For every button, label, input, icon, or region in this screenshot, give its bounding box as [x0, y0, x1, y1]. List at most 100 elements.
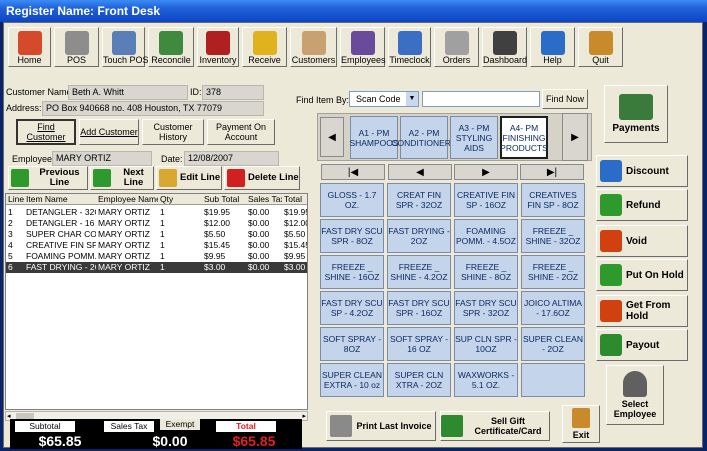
previous-line-button[interactable]: Previous Line [8, 166, 88, 190]
add-customer-button[interactable]: Add Customer [79, 119, 139, 145]
item-gloss-1-7-oz[interactable]: GLOSS - 1.7 OZ. [320, 183, 384, 217]
toolbar-timeclock-button[interactable]: Timeclock [388, 27, 431, 67]
side-button-label: Select Employee [613, 399, 657, 419]
item-fast-dry-scu-spr-32oz[interactable]: FAST DRY SCU SPR - 32OZ [454, 291, 518, 325]
grid-cell: Employee Name [98, 194, 158, 204]
exit-button[interactable]: Exit [562, 405, 600, 443]
item-freeze-shine-32oz[interactable]: FREEZE _ SHINE - 32OZ [521, 219, 585, 253]
product-box-icon [206, 31, 230, 55]
table-row[interactable]: 6 FAST DRYING - 2C MARY ORTIZ 1 $3.00 $0.00 $3… [6, 262, 307, 273]
item-last-button[interactable]: ▶| [520, 164, 584, 180]
item-soft-spray-16-oz[interactable]: SOFT SPRAY - 16 OZ [387, 327, 451, 361]
edit-line-button[interactable]: Edit Line [156, 166, 222, 190]
category-prev-button[interactable]: ◀ [320, 117, 344, 157]
grid-cell: DETANGLER - 32O [26, 207, 96, 217]
item-creative-fin-sp-16oz[interactable]: CREATIVE FIN SP - 16OZ [454, 183, 518, 217]
toolbar-help-button[interactable]: Help [530, 27, 575, 67]
table-row[interactable]: 2 DETANGLER - 16 C MARY ORTIZ 1 $12.00 $0.00 $… [6, 218, 307, 229]
toolbar-customers-button[interactable]: Customers [290, 27, 337, 67]
red-x-icon [227, 169, 245, 187]
item-freeze-shine-2oz[interactable]: FREEZE _ SHINE - 2OZ [521, 255, 585, 289]
table-row[interactable]: 3 SUPER CHAR CON MARY ORTIZ 1 $5.50 $0.00 $5.5… [6, 229, 307, 240]
refresh-arrows-icon [600, 194, 622, 216]
toolbar-employees-button[interactable]: Employees [340, 27, 386, 67]
grid-cell: DETANGLER - 16 C [26, 218, 96, 228]
chevron-down-icon[interactable]: ▼ [406, 92, 418, 106]
door-exit-icon [588, 31, 613, 55]
category-a2-pm-conditioners[interactable]: A2 - PM CONDITIONERS [391, 116, 457, 159]
first-page-icon: |◀ [347, 166, 359, 178]
payout-button[interactable]: Payout [596, 329, 688, 361]
delete-line-button[interactable]: Delete Line [224, 166, 300, 190]
void-button[interactable]: Void [596, 225, 688, 257]
item-super-cln-xtra-2oz[interactable]: SUPER CLN XTRA - 2OZ [387, 363, 451, 397]
find-now-button[interactable]: Find Now [542, 89, 588, 109]
item-soft-spray-8oz[interactable]: SOFT SPRAY - 8OZ [320, 327, 384, 361]
item-next-button[interactable]: ▶ [454, 164, 518, 180]
find-input[interactable] [422, 91, 540, 107]
item-freeze-shine-16oz[interactable]: FREEZE _ SHINE - 16OZ [320, 255, 384, 289]
category-next-button[interactable]: ▶ [562, 113, 588, 161]
toolbar-inventory-button[interactable]: Inventory [197, 27, 239, 67]
sell-gift-certificate-card-button[interactable]: Sell Gift Certificate/Card [440, 411, 550, 441]
exempt-label[interactable]: Exempt [160, 419, 200, 430]
toolbar-pos-button[interactable]: POS [54, 27, 99, 67]
line-button-label: Edit Line [180, 172, 221, 183]
category-a4-pm-finishing-products[interactable]: A4- PM FINISHING PRODUCTS [500, 116, 548, 159]
item-creatives-fin-sp-8oz[interactable]: CREATIVES FIN SP - 8OZ [521, 183, 585, 217]
item-prev-button[interactable]: ◀ [388, 164, 452, 180]
toolbar-receive-button[interactable]: Receive [242, 27, 287, 67]
grid-cell: MARY ORTIZ [98, 251, 150, 261]
item-fast-dry-scu-sp-4-2oz[interactable]: FAST DRY SCU SP - 4.2OZ [320, 291, 384, 325]
grid-cell: SUPER CHAR CON [26, 229, 96, 239]
sales-tax-value: $0.00 [152, 433, 188, 449]
find-customer-button[interactable]: Find Customer [16, 119, 76, 145]
payments-button[interactable]: Payments [604, 85, 668, 143]
toolbar-button-label: Home [17, 55, 42, 65]
item-freeze-shine-4-2oz[interactable]: FREEZE _ SHINE - 4.2OZ [387, 255, 451, 289]
grid-cell: Sales Tax [248, 194, 282, 204]
get-from-hold-button[interactable]: Get From Hold [596, 295, 688, 327]
item-super-clean-2oz[interactable]: SUPER CLEAN - 2OZ [521, 327, 585, 361]
customer-history-button[interactable]: Customer History [142, 119, 204, 145]
date-field: 12/08/2007 [184, 151, 279, 166]
grid-cell: $0.00 [248, 229, 270, 239]
scroll-right-icon[interactable]: ▸ [302, 412, 306, 420]
item-first-button[interactable]: |◀ [321, 164, 385, 180]
item-fast-dry-scu-spr-8oz[interactable]: FAST DRY SCU SPR - 8OZ [320, 219, 384, 253]
print-last-invoice-button[interactable]: Print Last Invoice [326, 411, 436, 441]
date-label: Date: [161, 154, 183, 164]
toolbar-quit-button[interactable]: Quit [578, 27, 623, 67]
sale-lines-grid[interactable]: Line Item Name Employee Name Qty Sub Total Sa… [5, 193, 308, 410]
gift-cash-icon [441, 415, 463, 437]
item-freeze-shine-8oz[interactable]: FREEZE _ SHINE - 8OZ [454, 255, 518, 289]
item-sup-cln-spr-10oz[interactable]: SUP CLN SPR - 10OZ [454, 327, 518, 361]
toolbar-reconcile-button[interactable]: Reconcile [148, 27, 194, 67]
grid-cell: MARY ORTIZ [98, 262, 150, 272]
item-joico-altima-17-6oz[interactable]: JOICO ALTIMA - 17.6OZ [521, 291, 585, 325]
item-super-clean-extra-10-oz[interactable]: SUPER CLEAN EXTRA - 10 oz [320, 363, 384, 397]
category-a3-pm-styling-aids[interactable]: A3 - PM STYLING AIDS [450, 116, 498, 159]
grid-header[interactable]: Line Item Name Employee Name Qty Sub Total Sa… [6, 194, 307, 205]
payment-on-account-button[interactable]: Payment On Account [207, 119, 275, 145]
next-line-button[interactable]: Next Line [90, 166, 154, 190]
toolbar-home-button[interactable]: Home [8, 27, 51, 67]
toolbar-dashboard-button[interactable]: Dashboard [482, 27, 527, 67]
table-row[interactable]: 1 DETANGLER - 32O MARY ORTIZ 1 $19.95 $0.00 $1… [6, 207, 307, 218]
toolbar-orders-button[interactable]: Orders [434, 27, 479, 67]
item-waxworks-5-1-oz[interactable]: WAXWORKS - 5.1 OZ. [454, 363, 518, 397]
customer-id-label: ID: [190, 87, 202, 97]
grid-cell: FAST DRYING - 2C [26, 262, 96, 272]
find-mode-select[interactable]: Scan Code ▼ [349, 91, 419, 107]
item-creat-fin-spr-32oz[interactable]: CREAT FIN SPR - 32OZ [387, 183, 451, 217]
refund-button[interactable]: Refund [596, 189, 688, 221]
toolbar-touch-pos-button[interactable]: Touch POS [102, 27, 149, 67]
item-foaming-pomm-4-5oz[interactable]: FOAMING POMM. - 4.5OZ [454, 219, 518, 253]
item-fast-dry-scu-spr-16oz[interactable]: FAST DRY SCU SPR - 16OZ [387, 291, 451, 325]
discount-button[interactable]: Discount [596, 155, 688, 187]
put-on-hold-button[interactable]: Put On Hold [596, 259, 688, 291]
table-row[interactable]: 5 FOAMING POMM. MARY ORTIZ 1 $9.95 $0.00 $9.95 [6, 251, 307, 262]
select-employee-button[interactable]: Select Employee [606, 365, 664, 425]
item-fast-drying-2oz[interactable]: FAST DRYING - 2OZ [387, 219, 451, 253]
table-row[interactable]: 4 CREATIVE FIN SP MARY ORTIZ 1 $15.45 $0.00 $1… [6, 240, 307, 251]
